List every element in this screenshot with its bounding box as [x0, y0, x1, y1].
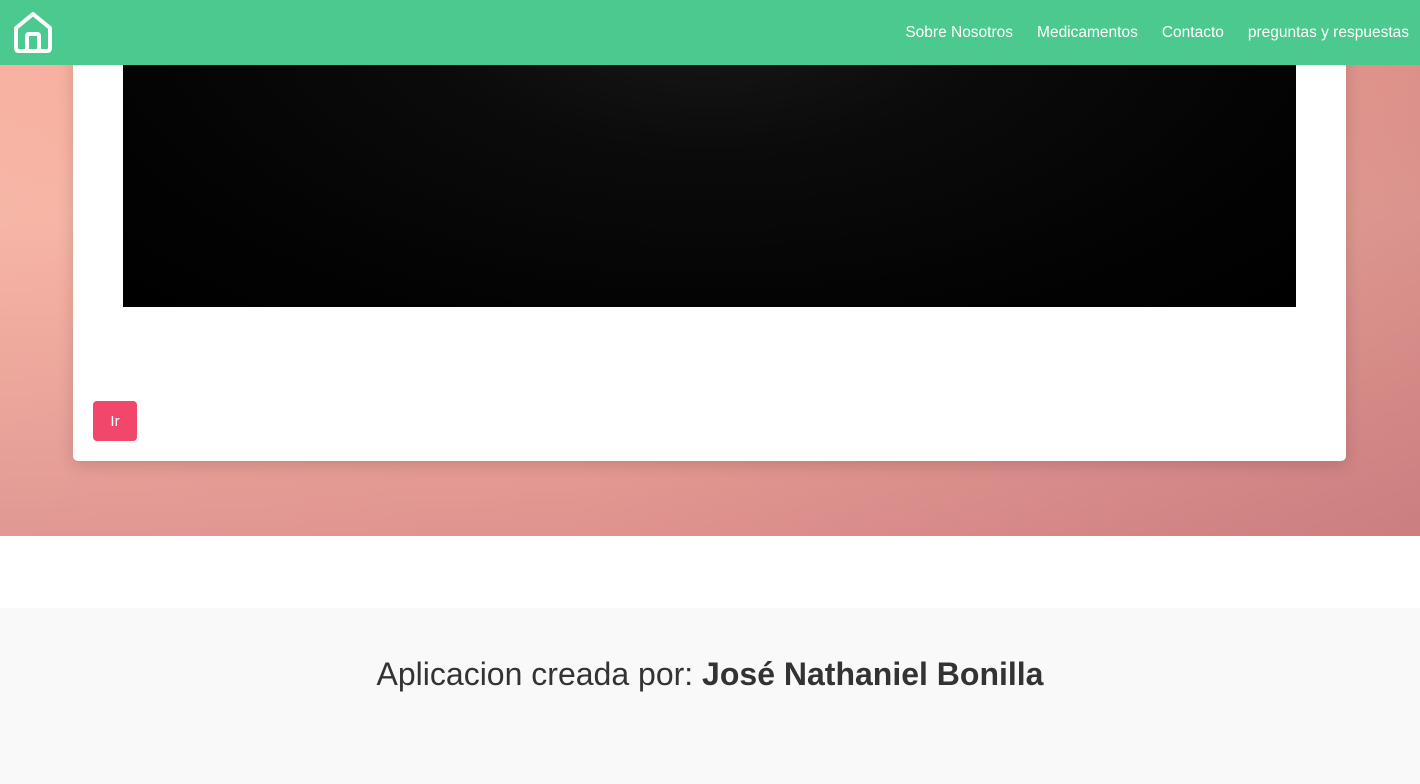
go-button[interactable]: Ir [93, 401, 137, 441]
nav-link-sobre-nosotros[interactable]: Sobre Nosotros [905, 24, 1013, 42]
nav-link-preguntas[interactable]: preguntas y respuestas [1248, 24, 1409, 42]
home-icon [14, 12, 52, 53]
credits-author: José Nathaniel Bonilla [702, 656, 1044, 692]
credits-prefix: Aplicacion creada por: [376, 656, 694, 692]
content-card: Ir [73, 0, 1346, 461]
footer: Aplicacion creada por: José Nathaniel Bo… [0, 608, 1420, 784]
nav-links: Sobre Nosotros Medicamentos Contacto pre… [905, 0, 1409, 65]
nav-link-medicamentos[interactable]: Medicamentos [1037, 24, 1138, 42]
nav-link-contacto[interactable]: Contacto [1162, 24, 1224, 42]
home-link[interactable] [12, 10, 54, 54]
top-navbar: Sobre Nosotros Medicamentos Contacto pre… [0, 0, 1420, 65]
hero-section: Ir [0, 0, 1420, 536]
footer-credits: Aplicacion creada por: José Nathaniel Bo… [0, 656, 1420, 693]
